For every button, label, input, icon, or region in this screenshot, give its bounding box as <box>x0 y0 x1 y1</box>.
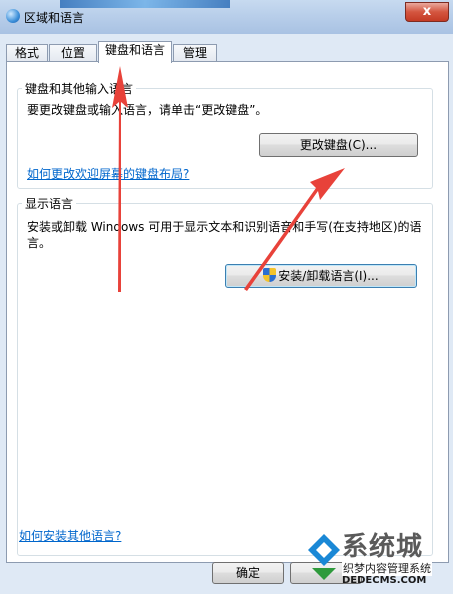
watermark-site-name: 织梦内容管理系统 <box>342 560 432 576</box>
annotation-arrows <box>112 66 345 292</box>
annotation-arrow-up <box>112 66 128 292</box>
watermark-brand: 系统城 <box>342 532 424 562</box>
annotation-arrow-right <box>244 168 345 291</box>
watermark: 系统城 织梦内容管理系统 DEDECMS.COM <box>300 524 453 594</box>
tab-keyboards-languages[interactable]: 键盘和语言 <box>98 41 172 63</box>
watermark-site-url: DEDECMS.COM <box>342 575 427 586</box>
watermark-logo <box>308 534 340 580</box>
